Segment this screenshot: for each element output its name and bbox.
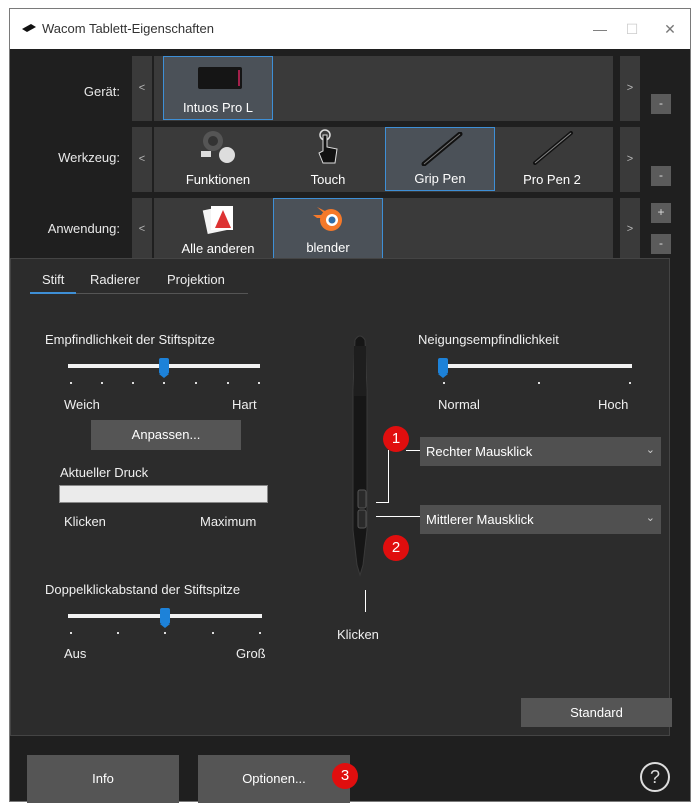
pressure-min: Klicken [64, 514, 106, 529]
title-bar: Wacom Tablett-Eigenschaften — ☐ ✕ [10, 9, 690, 49]
blender-icon [313, 207, 342, 231]
tick [164, 632, 166, 634]
device-remove-button[interactable]: - [651, 94, 671, 114]
upper-button-value: Rechter Mausklick [426, 444, 533, 459]
tip-sensitivity-title: Empfindlichkeit der Stiftspitze [45, 332, 215, 347]
all-apps-icon [202, 205, 233, 235]
double-click-min: Aus [64, 646, 87, 661]
tip-sensitivity-min: Weich [64, 397, 100, 412]
app-tile-label: blender [306, 240, 350, 255]
pro-pen-icon [533, 131, 573, 165]
app-scroll-right[interactable]: > [620, 198, 640, 260]
device-tile-label: Intuos Pro L [182, 100, 254, 115]
tick [195, 382, 197, 384]
callout-badge-3: 3 [332, 763, 358, 789]
tab-stift[interactable]: Stift [42, 272, 64, 287]
tip-sensitivity-thumb[interactable] [159, 358, 169, 378]
lower-button-value: Mittlerer Mausklick [426, 512, 534, 527]
tilt-thumb[interactable] [438, 358, 448, 378]
help-icon[interactable]: ? [640, 762, 670, 792]
tick [70, 382, 72, 384]
pressure-max: Maximum [200, 514, 257, 529]
tick [163, 382, 165, 384]
app-tile-blender[interactable]: blender [273, 198, 383, 260]
tick [443, 382, 445, 384]
minimize-button[interactable]: — [590, 19, 610, 39]
tick [629, 382, 631, 384]
device-label: Gerät: [83, 84, 120, 99]
functions-icon [201, 131, 235, 163]
lower-button-line [376, 516, 420, 517]
close-button[interactable]: ✕ [660, 19, 680, 39]
lower-button-dropdown[interactable]: Mittlerer Mausklick ⌄ [420, 505, 661, 534]
tilt-track[interactable] [440, 364, 632, 368]
chevron-down-icon: ⌄ [645, 512, 655, 524]
app-tile-all-others[interactable]: Alle anderen [163, 198, 273, 260]
tip-pointer-line [365, 590, 366, 612]
tick [212, 632, 214, 634]
double-click-thumb[interactable] [160, 608, 170, 628]
info-button[interactable]: Info [27, 755, 179, 803]
tab-projektion[interactable]: Projektion [167, 272, 225, 287]
pen-illustration-icon [352, 335, 368, 577]
window-title: Wacom Tablett-Eigenschaften [42, 21, 214, 36]
tool-tile-label: Pro Pen 2 [523, 172, 581, 187]
options-button[interactable]: Optionen... [198, 755, 350, 803]
upper-button-dropdown[interactable]: Rechter Mausklick ⌄ [420, 437, 661, 466]
app-tile-label: Alle anderen [181, 241, 255, 256]
tick [101, 382, 103, 384]
chevron-down-icon: ⌄ [645, 444, 655, 456]
wacom-logo-icon [22, 24, 36, 32]
tip-sensitivity-max: Hart [232, 397, 257, 412]
active-tab-indicator [30, 292, 76, 294]
pressure-title: Aktueller Druck [60, 465, 149, 480]
tool-scroll-right[interactable]: > [620, 127, 640, 192]
tool-remove-button[interactable]: - [651, 166, 671, 186]
callout-badge-1: 1 [383, 426, 409, 452]
device-scroll-left[interactable]: < [132, 56, 152, 121]
upper-button-line [406, 450, 420, 451]
default-button[interactable]: Standard [521, 698, 672, 727]
app-remove-button[interactable]: - [651, 234, 671, 254]
tick [117, 632, 119, 634]
upper-button-line [388, 450, 389, 503]
tab-radierer[interactable]: Radierer [90, 272, 140, 287]
double-click-title: Doppelklickabstand der Stiftspitze [45, 582, 241, 597]
tool-tile-grip-pen[interactable]: Grip Pen [385, 127, 495, 191]
tick [227, 382, 229, 384]
grip-pen-icon [421, 132, 463, 166]
double-click-max: Groß [236, 646, 266, 661]
tool-tile-label: Grip Pen [414, 171, 466, 186]
callout-badge-2: 2 [383, 535, 409, 561]
tick [259, 632, 261, 634]
tick [70, 632, 72, 634]
tick [258, 382, 260, 384]
tool-tile-touch[interactable]: Touch [273, 127, 383, 191]
app-add-button[interactable]: + [651, 203, 671, 223]
tick [538, 382, 540, 384]
tilt-min: Normal [438, 397, 480, 412]
customize-button[interactable]: Anpassen... [91, 420, 241, 450]
tool-tile-functions[interactable]: Funktionen [163, 127, 273, 191]
tool-label: Werkzeug: [58, 150, 120, 165]
device-scroll-right[interactable]: > [620, 56, 640, 121]
device-tile-intuos[interactable]: Intuos Pro L [163, 56, 273, 120]
tilt-max: Hoch [598, 397, 629, 412]
tip-function-label: Klicken [337, 627, 379, 642]
tool-tile-label: Funktionen [185, 172, 251, 187]
tool-tile-pro-pen-2[interactable]: Pro Pen 2 [497, 127, 607, 191]
pressure-bar [59, 485, 268, 503]
tilt-title: Neigungsempfindlichkeit [418, 332, 559, 347]
upper-button-line [376, 502, 389, 503]
app-label: Anwendung: [47, 221, 120, 236]
touch-hand-icon [318, 129, 338, 164]
tablet-icon [198, 67, 242, 89]
app-scroll-left[interactable]: < [132, 198, 152, 260]
tool-tile-label: Touch [310, 172, 346, 187]
maximize-button[interactable]: ☐ [622, 19, 642, 39]
tool-scroll-left[interactable]: < [132, 127, 152, 192]
tick [132, 382, 134, 384]
